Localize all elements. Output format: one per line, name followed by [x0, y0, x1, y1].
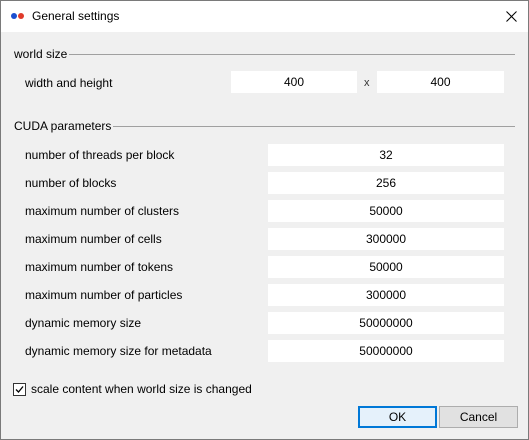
- scale-content-label: scale content when world size is changed: [31, 382, 252, 396]
- scale-content-option[interactable]: scale content when world size is changed: [13, 382, 252, 396]
- close-button[interactable]: [494, 1, 528, 32]
- dynamic-memory-size-input[interactable]: 50000000: [268, 312, 504, 334]
- ok-button[interactable]: OK: [358, 406, 437, 428]
- threads-per-block-input[interactable]: 32: [268, 144, 504, 166]
- cancel-button[interactable]: Cancel: [439, 406, 518, 428]
- number-of-blocks-label: number of blocks: [25, 176, 117, 190]
- number-of-blocks-input[interactable]: 256: [268, 172, 504, 194]
- dialog-title: General settings: [32, 9, 120, 23]
- max-tokens-input[interactable]: 50000: [268, 256, 504, 278]
- checkmark-icon: [15, 385, 24, 393]
- max-cells-label: maximum number of cells: [25, 232, 162, 246]
- world-width-input[interactable]: 400: [231, 71, 357, 93]
- title-bar[interactable]: General settings: [1, 1, 528, 32]
- max-tokens-label: maximum number of tokens: [25, 260, 174, 274]
- world-height-input[interactable]: 400: [377, 71, 504, 93]
- metadata-memory-size-input[interactable]: 50000000: [268, 340, 504, 362]
- max-cells-input[interactable]: 300000: [268, 228, 504, 250]
- world-size-section-title: world size: [14, 47, 68, 61]
- max-particles-input[interactable]: 300000: [268, 284, 504, 306]
- cuda-divider: [113, 126, 515, 127]
- general-settings-dialog: General settings world size width and he…: [0, 0, 529, 440]
- dimension-separator: x: [364, 77, 370, 89]
- app-logo-icon: [11, 13, 25, 19]
- close-icon: [505, 11, 517, 22]
- world-size-divider: [69, 54, 515, 55]
- cuda-section-title: CUDA parameters: [14, 119, 112, 133]
- width-and-height-label: width and height: [25, 76, 113, 90]
- scale-content-checkbox[interactable]: [13, 382, 26, 396]
- threads-per-block-label: number of threads per block: [25, 148, 175, 162]
- max-particles-label: maximum number of particles: [25, 288, 183, 302]
- max-clusters-label: maximum number of clusters: [25, 204, 180, 218]
- dynamic-memory-size-label: dynamic memory size: [25, 316, 142, 330]
- metadata-memory-size-label: dynamic memory size for metadata: [25, 344, 212, 358]
- max-clusters-input[interactable]: 50000: [268, 200, 504, 222]
